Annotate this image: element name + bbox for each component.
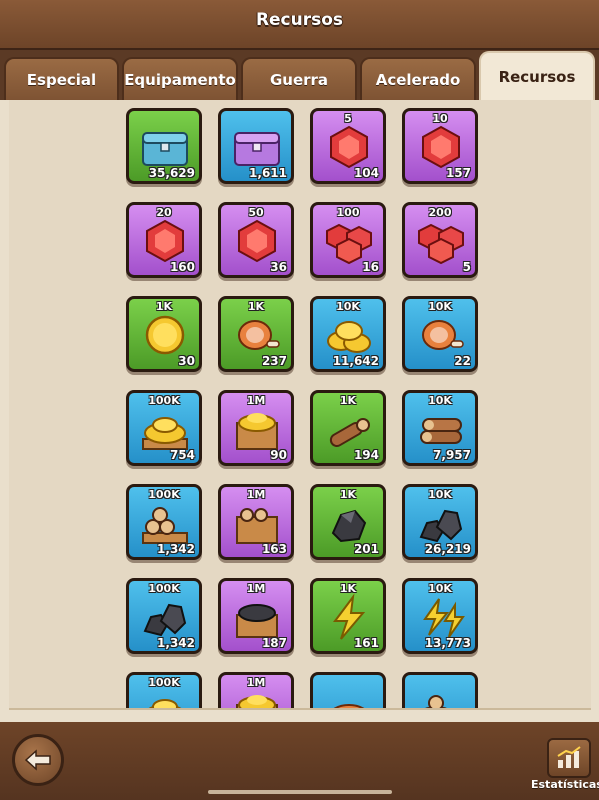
resource-item[interactable]: 1M 163 bbox=[218, 484, 294, 560]
item-amount: 10K bbox=[428, 582, 452, 595]
resource-item[interactable] bbox=[402, 672, 478, 708]
item-count: 26,219 bbox=[424, 542, 471, 556]
item-amount: 1M bbox=[246, 582, 266, 595]
item-count: 163 bbox=[261, 542, 287, 556]
resource-item[interactable]: 1M bbox=[218, 672, 294, 708]
item-count: 237 bbox=[261, 354, 287, 368]
item-amount: 100K bbox=[148, 488, 180, 501]
item-count: 90 bbox=[270, 448, 287, 462]
item-amount: 1K bbox=[339, 394, 357, 407]
resource-item[interactable]: 100 16 bbox=[310, 202, 386, 278]
item-count: 187 bbox=[261, 636, 287, 650]
footer-bar: Estatísticas bbox=[0, 722, 599, 800]
item-amount: 10K bbox=[428, 394, 452, 407]
tab-especial[interactable]: Especial bbox=[4, 57, 119, 100]
item-count: 13,773 bbox=[424, 636, 471, 650]
resource-item[interactable]: 10K 7,957 bbox=[402, 390, 478, 466]
item-count: 194 bbox=[353, 448, 379, 462]
item-amount: 10K bbox=[428, 488, 452, 501]
item-count: 754 bbox=[169, 448, 195, 462]
item-amount: 100K bbox=[148, 582, 180, 595]
resource-item[interactable]: 100K bbox=[126, 672, 202, 708]
home-indicator bbox=[208, 790, 392, 794]
resource-item[interactable]: 1K 237 bbox=[218, 296, 294, 372]
resource-item[interactable]: 1K 161 bbox=[310, 578, 386, 654]
page-title: Recursos bbox=[255, 10, 344, 30]
resource-item[interactable]: 1,611 bbox=[218, 108, 294, 184]
item-count: 35,629 bbox=[148, 166, 195, 180]
item-count: 1,342 bbox=[157, 542, 195, 556]
resource-item[interactable]: 1K 30 bbox=[126, 296, 202, 372]
tab-guerra[interactable]: Guerra bbox=[241, 57, 357, 100]
header-bar: Recursos bbox=[0, 0, 599, 51]
item-count: 36 bbox=[270, 260, 287, 274]
item-grid: 35,629 1,611 5 104 10 157 20 160 50 36 100 16 200 5 1K… bbox=[126, 108, 478, 708]
tab-equipamento[interactable]: Equipamento bbox=[122, 57, 238, 100]
resource-item[interactable]: 20 160 bbox=[126, 202, 202, 278]
item-amount: 100 bbox=[336, 206, 360, 219]
item-amount: 100K bbox=[148, 676, 180, 689]
item-amount: 200 bbox=[428, 206, 452, 219]
item-count: 160 bbox=[169, 260, 195, 274]
resource-item[interactable]: 10K 26,219 bbox=[402, 484, 478, 560]
tab-bar: Especial Equipamento Guerra Acelerado Re… bbox=[0, 50, 599, 100]
item-count: 11,642 bbox=[332, 354, 379, 368]
content-panel: 35,629 1,611 5 104 10 157 20 160 50 36 100 16 200 5 1K… bbox=[0, 100, 599, 722]
resource-item[interactable]: 10K 11,642 bbox=[310, 296, 386, 372]
item-count: 1,342 bbox=[157, 636, 195, 650]
resource-item[interactable]: 1K 194 bbox=[310, 390, 386, 466]
resource-item[interactable]: 1M 187 bbox=[218, 578, 294, 654]
resource-item[interactable]: 100K 1,342 bbox=[126, 484, 202, 560]
statistics-label: Estatísticas bbox=[531, 778, 599, 791]
item-count: 22 bbox=[454, 354, 471, 368]
item-amount: 10K bbox=[336, 300, 360, 313]
tab-recursos[interactable]: Recursos bbox=[479, 51, 595, 100]
items-scroll-area[interactable]: 35,629 1,611 5 104 10 157 20 160 50 36 100 16 200 5 1K… bbox=[9, 100, 591, 710]
back-button[interactable] bbox=[12, 734, 64, 786]
item-count: 5 bbox=[462, 260, 471, 274]
resource-item[interactable]: 1K 201 bbox=[310, 484, 386, 560]
item-amount: 10 bbox=[432, 112, 448, 125]
resource-item[interactable]: 100K 1,342 bbox=[126, 578, 202, 654]
statistics-button[interactable] bbox=[547, 738, 591, 778]
item-amount: 1K bbox=[339, 488, 357, 501]
arrow-left-icon bbox=[24, 749, 51, 771]
resource-item[interactable]: 50 36 bbox=[218, 202, 294, 278]
item-count: 157 bbox=[445, 166, 471, 180]
item-amount: 1K bbox=[339, 582, 357, 595]
resource-item[interactable] bbox=[310, 672, 386, 708]
item-count: 201 bbox=[353, 542, 379, 556]
item-amount: 100K bbox=[148, 394, 180, 407]
resource-item[interactable]: 200 5 bbox=[402, 202, 478, 278]
resource-item[interactable]: 10 157 bbox=[402, 108, 478, 184]
resource-item[interactable]: 1M 90 bbox=[218, 390, 294, 466]
item-count: 16 bbox=[362, 260, 379, 274]
item-count: 104 bbox=[353, 166, 379, 180]
item-amount: 1K bbox=[155, 300, 173, 313]
item-count: 7,957 bbox=[433, 448, 471, 462]
resource-item[interactable]: 35,629 bbox=[126, 108, 202, 184]
resource-item[interactable]: 10K 13,773 bbox=[402, 578, 478, 654]
item-count: 1,611 bbox=[249, 166, 287, 180]
resource-item[interactable]: 10K 22 bbox=[402, 296, 478, 372]
resource-item[interactable]: 100K 754 bbox=[126, 390, 202, 466]
tab-acelerado[interactable]: Acelerado bbox=[360, 57, 476, 100]
item-amount: 1M bbox=[246, 394, 266, 407]
item-amount: 1M bbox=[246, 488, 266, 501]
chart-icon bbox=[557, 746, 581, 768]
item-amount: 10K bbox=[428, 300, 452, 313]
item-count: 30 bbox=[178, 354, 195, 368]
item-amount: 50 bbox=[248, 206, 264, 219]
item-count: 161 bbox=[353, 636, 379, 650]
resource-item[interactable]: 5 104 bbox=[310, 108, 386, 184]
item-amount: 1K bbox=[247, 300, 265, 313]
item-amount: 1M bbox=[246, 676, 266, 689]
item-amount: 20 bbox=[156, 206, 172, 219]
item-amount: 5 bbox=[344, 112, 352, 125]
